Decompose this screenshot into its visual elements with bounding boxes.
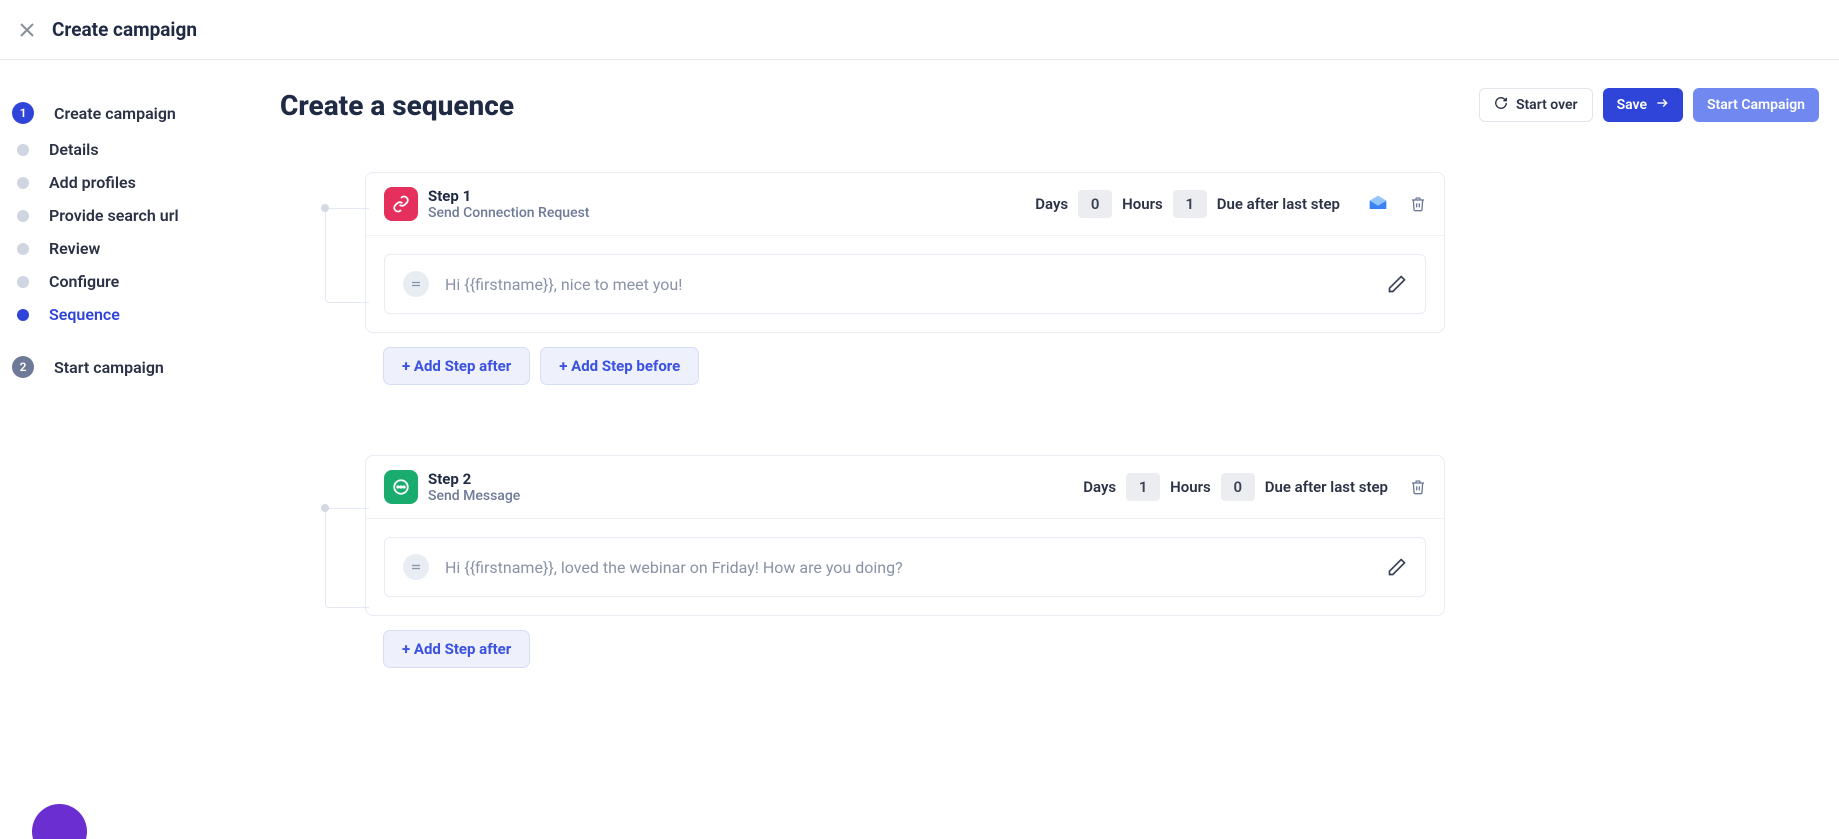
bullet-marker: [17, 309, 29, 321]
step-timing: Days Hours Due after last step: [1035, 190, 1426, 218]
sidebar-item-label: Start campaign: [54, 358, 164, 377]
step-title: Step 1: [428, 187, 589, 205]
save-label: Save: [1617, 97, 1647, 113]
step-card: Step 1Send Connection Request Days Hours Du…: [365, 172, 1445, 333]
start-campaign-label: Start Campaign: [1707, 97, 1805, 113]
connector-dot: [321, 204, 329, 212]
delete-icon[interactable]: [1410, 196, 1426, 212]
message-text: Hi {{firstname}}, nice to meet you!: [445, 275, 1371, 294]
message-row: Hi {{firstname}}, nice to meet you!: [384, 254, 1426, 314]
sidebar-item-configure[interactable]: Configure: [15, 265, 280, 298]
message-icon: [384, 470, 418, 504]
days-input[interactable]: [1078, 190, 1112, 218]
add-step-before-button[interactable]: + Add Step before: [540, 347, 699, 385]
sequence-area: Step 1Send Connection Request Days Hours Du…: [280, 172, 1819, 668]
due-label: Due after last step: [1217, 195, 1340, 213]
bullet-marker: [17, 210, 29, 222]
refresh-icon: [1494, 96, 1508, 114]
due-label: Due after last step: [1265, 478, 1388, 496]
top-bar: Create campaign: [0, 0, 1839, 60]
sidebar-section-start-campaign[interactable]: 2 Start campaign: [15, 349, 280, 385]
sidebar-item-label: Create campaign: [54, 104, 176, 123]
drag-handle-icon[interactable]: [403, 271, 429, 297]
start-over-label: Start over: [1516, 97, 1578, 113]
edit-icon[interactable]: [1387, 274, 1407, 294]
bullet-marker: [17, 276, 29, 288]
mail-icon: [1368, 194, 1388, 214]
connector-line: [325, 208, 369, 303]
sidebar-item-review[interactable]: Review: [15, 232, 280, 265]
close-icon[interactable]: [18, 21, 36, 39]
delete-icon[interactable]: [1410, 479, 1426, 495]
step-header: Step 2Send Message Days Hours Due after las…: [366, 456, 1444, 519]
connector-line: [325, 508, 369, 608]
sidebar-item-sequence[interactable]: Sequence: [15, 298, 280, 331]
start-campaign-button[interactable]: Start Campaign: [1693, 88, 1819, 122]
sidebar: 1 Create campaign Details Add profiles Provi…: [0, 60, 280, 738]
drag-handle-icon[interactable]: [403, 554, 429, 580]
page-title: Create a sequence: [280, 89, 514, 122]
action-bar: Start over Save Start Campaign: [1479, 88, 1819, 122]
hours-label: Hours: [1170, 478, 1211, 496]
arrow-right-icon: [1655, 96, 1669, 114]
sidebar-item-details[interactable]: Details: [15, 133, 280, 166]
hours-input[interactable]: [1173, 190, 1207, 218]
save-button[interactable]: Save: [1603, 88, 1683, 122]
sidebar-item-provide-search-url[interactable]: Provide search url: [15, 199, 280, 232]
bullet-marker: [17, 177, 29, 189]
bullet-marker: [17, 144, 29, 156]
step-card: Step 2Send Message Days Hours Due after las…: [365, 455, 1445, 616]
edit-icon[interactable]: [1387, 557, 1407, 577]
sidebar-item-label: Sequence: [49, 305, 120, 324]
step-number-badge: 1: [12, 102, 34, 124]
sidebar-item-label: Configure: [49, 272, 119, 291]
step-subtitle: Send Message: [428, 488, 520, 504]
sidebar-item-label: Review: [49, 239, 100, 258]
days-label: Days: [1083, 478, 1116, 496]
start-over-button[interactable]: Start over: [1479, 88, 1593, 122]
page-header-title: Create campaign: [52, 18, 197, 41]
add-step-row: + Add Step after: [365, 630, 1445, 668]
step-number-badge: 2: [12, 356, 34, 378]
sidebar-item-add-profiles[interactable]: Add profiles: [15, 166, 280, 199]
add-step-after-button[interactable]: + Add Step after: [383, 630, 530, 668]
message-row: Hi {{firstname}}, loved the webinar on F…: [384, 537, 1426, 597]
hours-label: Hours: [1122, 195, 1163, 213]
add-step-after-button[interactable]: + Add Step after: [383, 347, 530, 385]
sidebar-item-label: Provide search url: [49, 206, 179, 225]
step-title: Step 2: [428, 470, 520, 488]
hours-input[interactable]: [1221, 473, 1255, 501]
step-subtitle: Send Connection Request: [428, 205, 589, 221]
step-timing: Days Hours Due after last step: [1083, 473, 1426, 501]
connector-dot: [321, 504, 329, 512]
connection-icon: [384, 187, 418, 221]
step-header: Step 1Send Connection Request Days Hours Du…: [366, 173, 1444, 236]
message-text: Hi {{firstname}}, loved the webinar on F…: [445, 558, 1371, 577]
days-label: Days: [1035, 195, 1068, 213]
sidebar-item-label: Details: [49, 140, 99, 159]
sidebar-item-label: Add profiles: [49, 173, 136, 192]
bullet-marker: [17, 243, 29, 255]
add-step-row: + Add Step after + Add Step before: [365, 347, 1445, 385]
floating-action-button[interactable]: [32, 804, 87, 839]
sidebar-section-create-campaign[interactable]: 1 Create campaign: [15, 95, 280, 131]
days-input[interactable]: [1126, 473, 1160, 501]
